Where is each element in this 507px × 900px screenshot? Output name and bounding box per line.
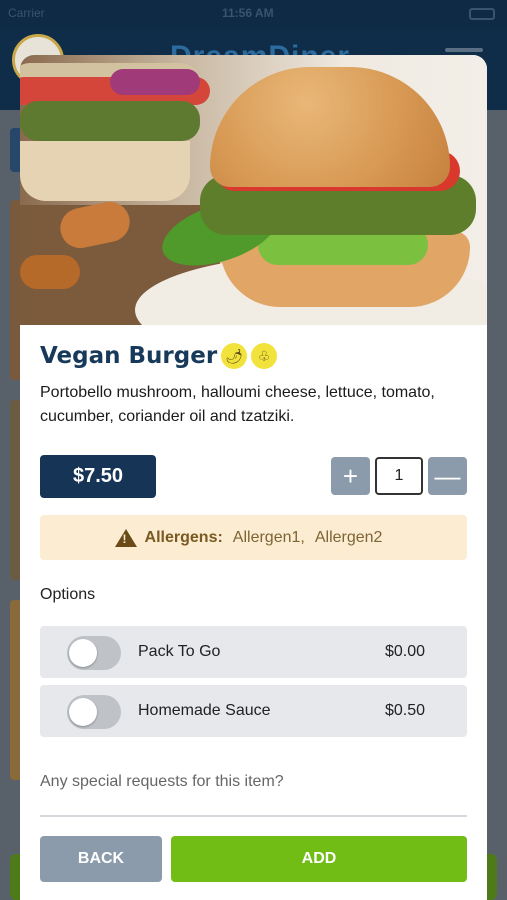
price-badge: $7.50 [40, 455, 156, 498]
allergen-item: Allergen1, [232, 528, 305, 546]
acorn-icon: ♧ [251, 343, 278, 369]
option-name: Pack To Go [138, 643, 221, 660]
battery-icon [469, 8, 495, 20]
allergens-banner: Allergens: Allergen1, Allergen2 [40, 515, 467, 560]
option-row-homemade-sauce: Homemade Sauce $0.50 [40, 685, 467, 737]
scroll-fade [20, 743, 487, 757]
option-price: $0.00 [384, 643, 425, 660]
quantity-stepper: + 1 — [331, 457, 467, 495]
warning-icon [114, 528, 137, 547]
back-button[interactable]: BACK [40, 836, 162, 882]
options-heading: Options [40, 586, 96, 603]
special-requests-input[interactable] [40, 757, 467, 807]
allergens-label: Allergens: [144, 528, 223, 546]
option-price: $0.50 [384, 702, 425, 719]
quantity-input[interactable]: 1 [375, 457, 423, 495]
status-time: 11:56 AM [222, 6, 274, 20]
option-row-pack-to-go: Pack To Go $0.00 [40, 626, 467, 678]
item-detail-modal: Vegan Burger 🌶 ♧ Portobello mushroom, ha… [20, 55, 487, 900]
option-name: Homemade Sauce [138, 702, 271, 719]
chili-pepper-icon: 🌶 [221, 343, 248, 369]
option-toggle[interactable] [67, 695, 121, 729]
option-toggle[interactable] [67, 636, 121, 670]
status-bar: Carrier 11:56 AM [0, 0, 507, 28]
increase-quantity-button[interactable]: + [331, 457, 370, 495]
allergen-item: Allergen2 [314, 528, 383, 546]
add-to-cart-button[interactable]: ADD [171, 836, 467, 882]
item-description: Portobello mushroom, halloumi cheese, le… [40, 384, 435, 425]
carrier-label: Carrier [8, 6, 45, 20]
modal-footer: BACK ADD [40, 836, 467, 882]
item-title: Vegan Burger [40, 343, 218, 369]
item-photo [20, 55, 487, 325]
special-requests-field [40, 757, 467, 817]
options-list: Pack To Go $0.00 Homemade Sauce $0.50 [40, 626, 467, 737]
decrease-quantity-button[interactable]: — [428, 457, 467, 495]
